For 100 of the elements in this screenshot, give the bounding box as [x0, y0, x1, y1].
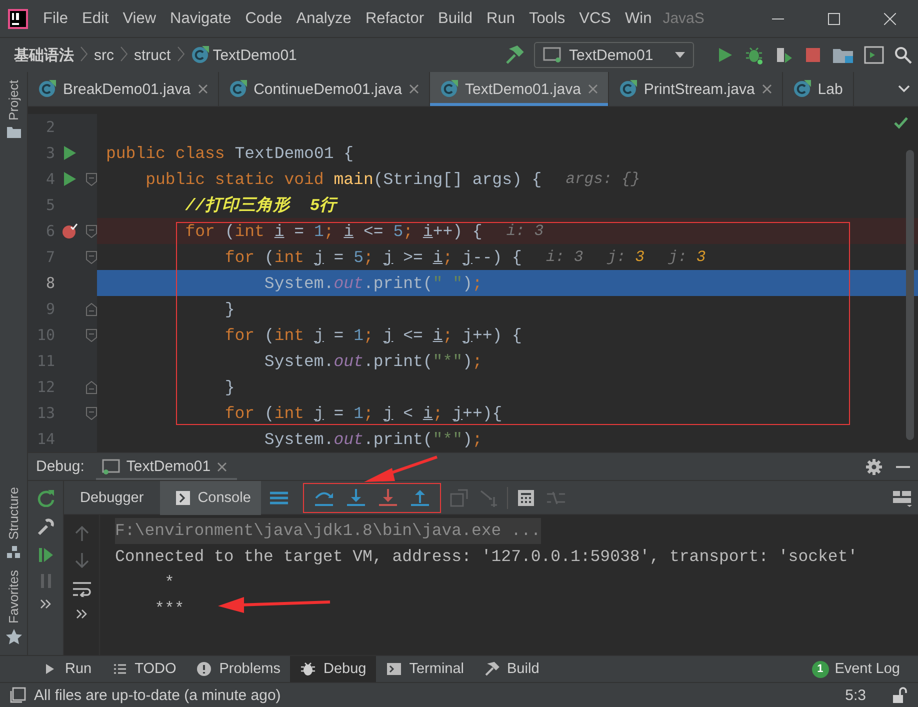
tool-window-tab[interactable]: Debug	[290, 656, 376, 682]
menu-item[interactable]: View	[116, 10, 164, 28]
run-icon[interactable]	[64, 146, 76, 160]
console-output[interactable]: F:\environment\java\jdk1.8\bin\java.exe ... Connected to the target VM, address: '127.0.0.1:59038', transport: 'socket' ****	[100, 515, 918, 655]
terminal-icon	[386, 661, 402, 677]
fold-icon[interactable]	[86, 380, 96, 394]
hammer-icon[interactable]	[504, 45, 524, 65]
close-icon[interactable]	[762, 84, 772, 94]
class-icon	[228, 80, 247, 98]
code-line: //打印三角形 5行	[184, 195, 337, 216]
settings-icon[interactable]	[866, 458, 882, 474]
fold-icon[interactable]	[86, 406, 96, 420]
fold-icon[interactable]	[86, 328, 96, 342]
star-icon	[6, 629, 22, 645]
tool-window-tab[interactable]: Build	[474, 656, 550, 682]
layout-icon	[892, 488, 912, 506]
inline-hint: j: 3	[668, 248, 706, 266]
run-icon[interactable]	[716, 46, 734, 64]
chevron-icon	[120, 46, 128, 62]
close-icon[interactable]	[409, 84, 420, 94]
rerun-icon[interactable]	[36, 489, 54, 507]
menu-item[interactable]: Refactor	[358, 10, 432, 28]
menu-item[interactable]: Run	[480, 10, 522, 28]
tool-window-tab[interactable]: Terminal	[376, 656, 474, 682]
code-line: System.out.print(" ");	[263, 274, 482, 292]
tool-window-tab[interactable]: Problems	[186, 656, 290, 682]
inline-hint: args: {}	[566, 170, 640, 188]
arrow-down-icon[interactable]	[74, 553, 88, 569]
fold-icon[interactable]	[86, 172, 96, 186]
code-line: public static void main(String[] args) {	[144, 170, 542, 188]
folder-icon	[6, 126, 20, 138]
more-icon[interactable]	[40, 599, 52, 609]
inline-hint: i: 3	[546, 248, 584, 266]
breadcrumb-item[interactable]: TextDemo01	[212, 46, 297, 64]
tool-window-button[interactable]: Structure	[6, 484, 21, 560]
code-line: public class TextDemo01 {	[106, 144, 354, 162]
breadcrumb-item[interactable]: struct	[134, 46, 171, 64]
minimize-icon[interactable]	[896, 464, 910, 468]
chevron-down-icon[interactable]	[898, 85, 910, 93]
menu-item[interactable]: Tools	[522, 10, 572, 28]
panel-toggle-icon[interactable]	[10, 687, 26, 703]
line-number: 8	[44, 274, 55, 292]
hammer-icon	[484, 661, 500, 677]
tool-window-tab[interactable]: Run	[32, 656, 102, 682]
close-icon[interactable]	[198, 84, 208, 94]
close-icon[interactable]	[588, 84, 598, 94]
check-icon	[894, 117, 908, 129]
close-icon[interactable]	[216, 462, 227, 472]
debug-icon[interactable]	[744, 45, 764, 65]
run-icon[interactable]	[64, 172, 76, 186]
caret-icon	[675, 52, 685, 58]
terminal-window-icon[interactable]	[864, 46, 884, 64]
search-icon[interactable]	[894, 46, 912, 64]
caret-position[interactable]: 5:3	[845, 686, 866, 704]
menu-item[interactable]: VCS	[572, 10, 618, 28]
tool-window-button[interactable]: Favorites	[6, 568, 22, 647]
inline-hint: j: 3	[607, 248, 644, 266]
menu-item[interactable]: File	[36, 10, 75, 28]
code-line: for (int j = 1; j < i; j++){	[224, 404, 502, 422]
fold-icon[interactable]	[86, 302, 96, 316]
wrench-icon[interactable]	[36, 518, 54, 536]
tool-window-tab[interactable]: TODO	[102, 656, 186, 682]
resume-icon[interactable]	[38, 547, 54, 563]
class-icon	[792, 80, 811, 98]
more-icon[interactable]	[76, 609, 88, 619]
tool-window-button[interactable]: Project	[6, 78, 21, 140]
event-log-button[interactable]: 1 Event Log	[794, 656, 918, 682]
arrow-up-icon[interactable]	[74, 525, 88, 541]
fold-icon[interactable]	[86, 250, 96, 264]
console-icon	[176, 490, 190, 504]
view-tab[interactable]: Debugger	[64, 480, 154, 514]
structure-icon	[6, 546, 20, 558]
editor-tab[interactable]: TextDemo01.java	[430, 72, 609, 106]
chevron-icon	[176, 46, 185, 62]
view-tab[interactable]: Console	[160, 480, 261, 514]
run-configuration-dropdown[interactable]: TextDemo01	[534, 42, 694, 68]
coverage-icon[interactable]	[774, 45, 794, 65]
unlock-icon[interactable]	[892, 687, 908, 703]
pause-icon[interactable]	[40, 574, 52, 588]
breakpoint-icon[interactable]	[62, 223, 78, 239]
fold-icon[interactable]	[86, 224, 96, 238]
breadcrumb-item[interactable]: 基础语法	[14, 46, 74, 64]
class-icon	[38, 80, 56, 98]
folder-icon[interactable]	[832, 46, 854, 64]
scrollbar[interactable]	[906, 150, 914, 440]
wrap-icon[interactable]	[72, 581, 90, 597]
window-icon	[543, 47, 561, 63]
menu-item[interactable]: Analyze	[289, 10, 358, 28]
app-logo-icon	[8, 8, 28, 28]
event-log-label: Event Log	[834, 661, 900, 677]
menu-item[interactable]: Edit	[74, 10, 116, 28]
code-line: }	[224, 300, 235, 318]
code-line: System.out.print("*");	[263, 352, 482, 370]
menu-item[interactable]: Code	[238, 10, 290, 28]
stop-icon[interactable]	[804, 46, 822, 64]
breadcrumb-item[interactable]: src	[94, 46, 114, 64]
menu-item[interactable]: Navigate	[163, 10, 238, 28]
menu-item[interactable]: Build	[431, 10, 480, 28]
menu-item[interactable]: Win	[618, 10, 659, 28]
code-editor[interactable]	[28, 107, 918, 452]
